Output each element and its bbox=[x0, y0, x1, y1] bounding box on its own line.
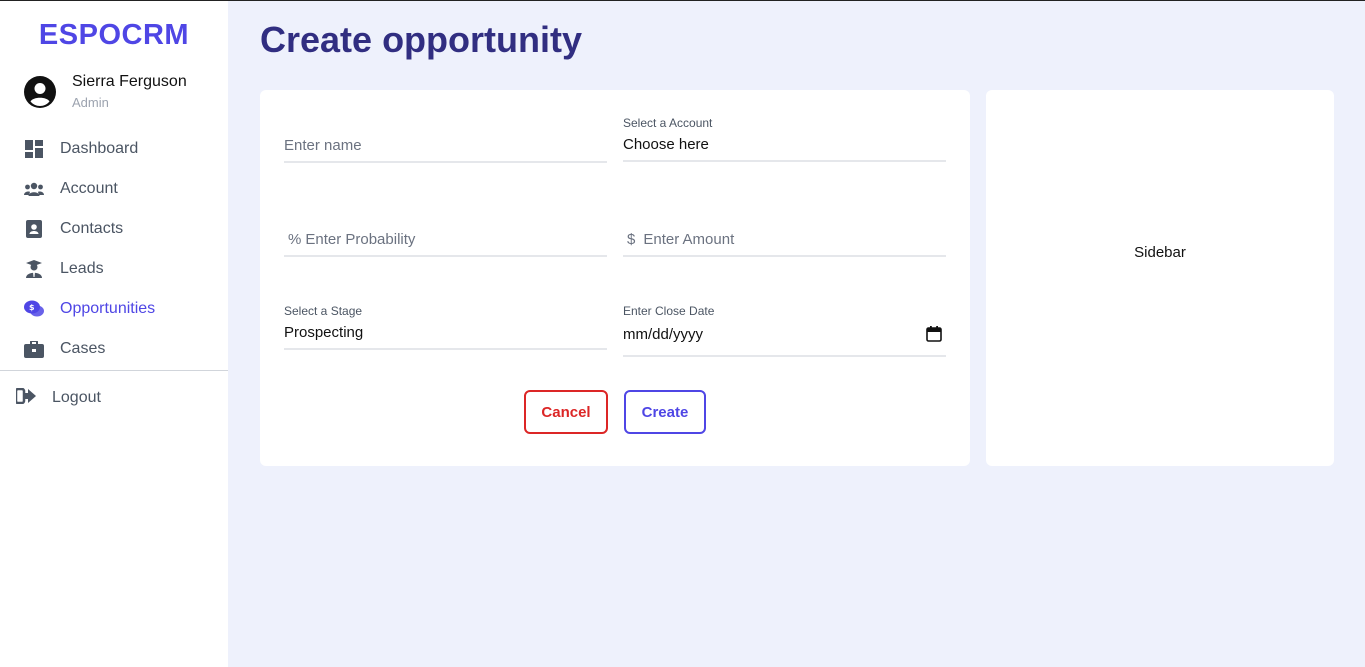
stage-select[interactable]: Select a Stage Prospecting bbox=[284, 304, 607, 350]
nav-label-opportunities: Opportunities bbox=[60, 300, 156, 317]
sidebar-divider bbox=[0, 370, 228, 371]
nav-item-contacts[interactable]: Contacts bbox=[0, 209, 228, 249]
nav-item-opportunities[interactable]: $ Opportunities bbox=[0, 289, 228, 329]
close-date-field[interactable]: Enter Close Date mm/dd/yyyy bbox=[623, 304, 946, 357]
app-logo[interactable]: ESPOCRM bbox=[0, 19, 228, 52]
contact-card-icon bbox=[24, 219, 44, 239]
sidebar-panel-label: Sidebar bbox=[1134, 243, 1186, 261]
logout-button[interactable]: Logout bbox=[16, 388, 101, 408]
nav-item-leads[interactable]: Leads bbox=[0, 249, 228, 289]
nav-label-leads: Leads bbox=[60, 260, 104, 277]
user-circle-icon bbox=[24, 76, 56, 108]
account-select-label: Select a Account bbox=[623, 116, 713, 130]
briefcase-icon bbox=[24, 339, 44, 359]
amount-field[interactable]: $ Enter Amount bbox=[623, 211, 946, 257]
comments-dollar-icon: $ bbox=[24, 299, 44, 319]
dashboard-icon bbox=[24, 139, 44, 159]
nav-label-cases: Cases bbox=[60, 340, 106, 357]
stage-select-value[interactable]: Prospecting bbox=[284, 318, 607, 348]
probability-field[interactable]: % Enter Probability bbox=[284, 211, 607, 257]
nav-item-cases[interactable]: Cases bbox=[0, 329, 228, 369]
cancel-button[interactable]: Cancel bbox=[524, 390, 608, 434]
account-select-value[interactable]: Choose here bbox=[623, 130, 946, 160]
user-tie-icon bbox=[24, 259, 44, 279]
probability-input[interactable]: Enter Probability bbox=[305, 225, 415, 255]
calendar-icon[interactable] bbox=[926, 326, 942, 342]
dollar-prefix: $ bbox=[627, 231, 636, 248]
page-title: Create opportunity bbox=[260, 19, 583, 60]
nav-label-dashboard: Dashboard bbox=[60, 140, 139, 157]
user-name: Sierra Ferguson bbox=[72, 73, 187, 90]
create-button[interactable]: Create bbox=[624, 390, 706, 434]
nav-item-dashboard[interactable]: Dashboard bbox=[0, 129, 228, 169]
close-date-input[interactable]: mm/dd/yyyy bbox=[623, 318, 946, 352]
sign-out-icon bbox=[16, 388, 36, 408]
create-opportunity-form: Enter name Select a Account Choose here … bbox=[260, 90, 970, 466]
sidebar-panel: Sidebar bbox=[986, 90, 1334, 466]
nav-label-account: Account bbox=[60, 180, 118, 197]
main-nav: Dashboard Account Contacts Leads $ Oppor… bbox=[0, 129, 228, 369]
name-field[interactable]: Enter name bbox=[284, 117, 607, 163]
svg-text:$: $ bbox=[29, 303, 35, 312]
users-icon bbox=[24, 179, 44, 199]
logout-label: Logout bbox=[52, 389, 101, 406]
nav-label-contacts: Contacts bbox=[60, 220, 124, 237]
stage-select-label: Select a Stage bbox=[284, 304, 363, 318]
user-profile: Sierra Ferguson Admin bbox=[24, 73, 187, 110]
name-input[interactable]: Enter name bbox=[284, 131, 607, 161]
account-select[interactable]: Select a Account Choose here bbox=[623, 116, 946, 162]
user-role: Admin bbox=[72, 95, 109, 110]
sidebar: ESPOCRM Sierra Ferguson Admin Dashboard … bbox=[0, 1, 228, 667]
amount-input[interactable]: Enter Amount bbox=[643, 225, 734, 255]
nav-item-account[interactable]: Account bbox=[0, 169, 228, 209]
percent-prefix: % bbox=[288, 231, 302, 248]
close-date-label: Enter Close Date bbox=[623, 304, 715, 318]
